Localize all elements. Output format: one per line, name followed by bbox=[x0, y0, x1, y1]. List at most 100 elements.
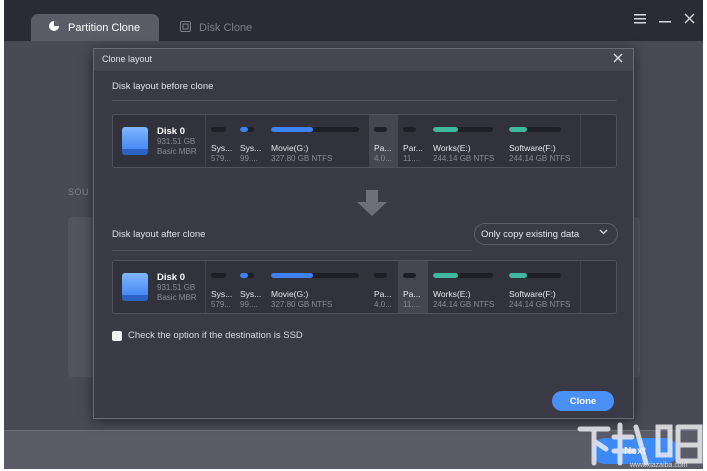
partition-name: Sys... bbox=[211, 289, 233, 299]
partition-size: 99.... bbox=[240, 300, 258, 309]
before-layout-label: Disk layout before clone bbox=[112, 81, 214, 92]
partition-name: Par... bbox=[403, 143, 423, 153]
copy-mode-selected: Only copy existing data bbox=[481, 228, 580, 240]
clone-layout-dialog: Clone layout Disk layout before clone Di… bbox=[93, 48, 634, 419]
menu-icon[interactable] bbox=[632, 11, 648, 27]
partition-usage-fill bbox=[433, 127, 459, 132]
partition-name: Sys... bbox=[211, 143, 233, 153]
partition-usage-fill bbox=[240, 273, 248, 278]
divider bbox=[112, 250, 472, 251]
disk-after-row: Disk 0 931.51 GB Basic MBR Sys... 579... S… bbox=[112, 260, 617, 314]
partition-list: Sys... 579... Sys... 99.... Movie(G:) 327.80 … bbox=[205, 261, 580, 313]
partition-usage-bar bbox=[509, 127, 561, 132]
tab-partition-clone-label: Partition Clone bbox=[68, 21, 141, 34]
hard-disk-icon bbox=[121, 125, 149, 157]
partition-item[interactable]: Pa... 4.0... bbox=[369, 115, 398, 167]
partition-item[interactable]: Pa... 4.0... bbox=[369, 261, 398, 313]
partition-item[interactable]: Movie(G:) 327.80 GB NTFS bbox=[266, 261, 369, 313]
partition-name: Works(E:) bbox=[433, 289, 471, 299]
partition-size: 579... bbox=[211, 154, 232, 163]
partition-size: 244.14 GB NTFS bbox=[509, 300, 571, 309]
partition-usage-fill bbox=[509, 273, 528, 278]
minimize-icon[interactable] bbox=[657, 11, 673, 27]
partition-item[interactable]: Sys... 99.... bbox=[235, 261, 266, 313]
partition-item[interactable]: Works(E:) 244.14 GB NTFS bbox=[428, 261, 504, 313]
partition-size: 244.14 GB NTFS bbox=[509, 154, 571, 163]
disk-type: Basic MBR bbox=[157, 292, 197, 302]
ssd-checkbox[interactable] bbox=[112, 330, 122, 341]
dialog-title: Clone layout bbox=[102, 54, 153, 64]
unallocated-space bbox=[580, 261, 616, 313]
partition-item[interactable]: Software(F:) 244.14 GB NTFS bbox=[504, 261, 580, 313]
partition-item[interactable]: Sys... 99.... bbox=[235, 115, 266, 167]
partition-item[interactable]: Sys... 579... bbox=[206, 261, 235, 313]
partition-item[interactable]: Par... 11.... bbox=[398, 115, 428, 167]
disk-size: 931.51 GB bbox=[157, 136, 196, 146]
ssd-option[interactable]: Check the option if the destination is S… bbox=[112, 330, 303, 341]
partition-size: 99.... bbox=[240, 154, 258, 163]
disk-info: Disk 0 931.51 GB Basic MBR bbox=[113, 261, 205, 313]
partition-name: Pa... bbox=[374, 289, 392, 299]
partition-name: Software(F:) bbox=[509, 289, 556, 299]
partition-usage-bar bbox=[374, 127, 387, 132]
partition-usage-bar bbox=[271, 273, 359, 278]
partition-item[interactable]: Movie(G:) 327.80 GB NTFS bbox=[266, 115, 369, 167]
partition-size: 327.80 GB NTFS bbox=[271, 300, 333, 309]
disk-name: Disk 0 bbox=[157, 125, 185, 137]
partition-item[interactable]: Pa... 11.... bbox=[398, 261, 428, 313]
partition-usage-fill bbox=[240, 127, 248, 132]
after-layout-label: Disk layout after clone bbox=[112, 229, 206, 240]
partition-usage-bar bbox=[240, 127, 254, 132]
copy-mode-dropdown[interactable]: Only copy existing data bbox=[474, 223, 618, 245]
partition-usage-bar bbox=[271, 127, 359, 132]
partition-size: 11.... bbox=[403, 154, 421, 163]
partition-usage-bar bbox=[211, 127, 226, 132]
partition-size: 579... bbox=[211, 300, 232, 309]
unallocated-space bbox=[580, 115, 616, 167]
disk-size: 931.51 GB bbox=[157, 282, 196, 292]
watermark-logo: www.xiazaiba.com bbox=[574, 415, 707, 469]
down-arrow-icon bbox=[357, 190, 387, 218]
disk-copy-icon bbox=[180, 20, 191, 35]
partition-usage-bar bbox=[374, 273, 387, 278]
partition-item[interactable]: Works(E:) 244.14 GB NTFS bbox=[428, 115, 504, 167]
partition-item[interactable]: Sys... 579... bbox=[206, 115, 235, 167]
divider bbox=[112, 100, 617, 101]
partition-usage-fill bbox=[271, 127, 314, 132]
partition-name: Works(E:) bbox=[433, 143, 471, 153]
partition-name: Sys... bbox=[240, 143, 262, 153]
svg-text:www.xiazaiba.com: www.xiazaiba.com bbox=[629, 462, 688, 469]
partition-usage-bar bbox=[433, 273, 493, 278]
disk-info: Disk 0 931.51 GB Basic MBR bbox=[113, 115, 205, 167]
partition-name: Movie(G:) bbox=[271, 289, 309, 299]
disk-before-row: Disk 0 931.51 GB Basic MBR Sys... 579... S… bbox=[112, 114, 617, 168]
title-bar: Partition Clone Disk Clone bbox=[4, 0, 703, 41]
partition-usage-bar bbox=[433, 127, 493, 132]
pie-chart-icon bbox=[48, 20, 60, 35]
chevron-down-icon bbox=[599, 227, 608, 238]
partition-usage-bar bbox=[240, 273, 254, 278]
partition-item[interactable]: Software(F:) 244.14 GB NTFS bbox=[504, 115, 580, 167]
tab-partition-clone[interactable]: Partition Clone bbox=[31, 14, 159, 41]
partition-size: 244.14 GB NTFS bbox=[433, 300, 495, 309]
tab-disk-clone[interactable]: Disk Clone bbox=[176, 14, 252, 41]
partition-size: 4.0... bbox=[374, 154, 392, 163]
partition-size: 11.... bbox=[403, 300, 421, 309]
tab-disk-clone-label: Disk Clone bbox=[199, 21, 253, 34]
partition-size: 244.14 GB NTFS bbox=[433, 154, 495, 163]
dialog-close-icon[interactable] bbox=[613, 52, 623, 66]
app-window: Partition Clone Disk Clone SOU Next Clon… bbox=[4, 0, 703, 469]
close-icon[interactable] bbox=[681, 11, 697, 27]
partition-name: Sys... bbox=[240, 289, 262, 299]
partition-usage-bar bbox=[403, 127, 416, 132]
clone-button[interactable]: Clone bbox=[552, 391, 614, 411]
partition-usage-fill bbox=[509, 127, 528, 132]
hard-disk-icon bbox=[121, 271, 149, 303]
partition-usage-bar bbox=[211, 273, 226, 278]
partition-name: Pa... bbox=[403, 289, 421, 299]
partition-size: 4.0... bbox=[374, 300, 392, 309]
ssd-checkbox-label: Check the option if the destination is S… bbox=[128, 330, 303, 341]
partition-usage-bar bbox=[403, 273, 416, 278]
partition-name: Software(F:) bbox=[509, 143, 556, 153]
partition-usage-fill bbox=[271, 273, 314, 278]
